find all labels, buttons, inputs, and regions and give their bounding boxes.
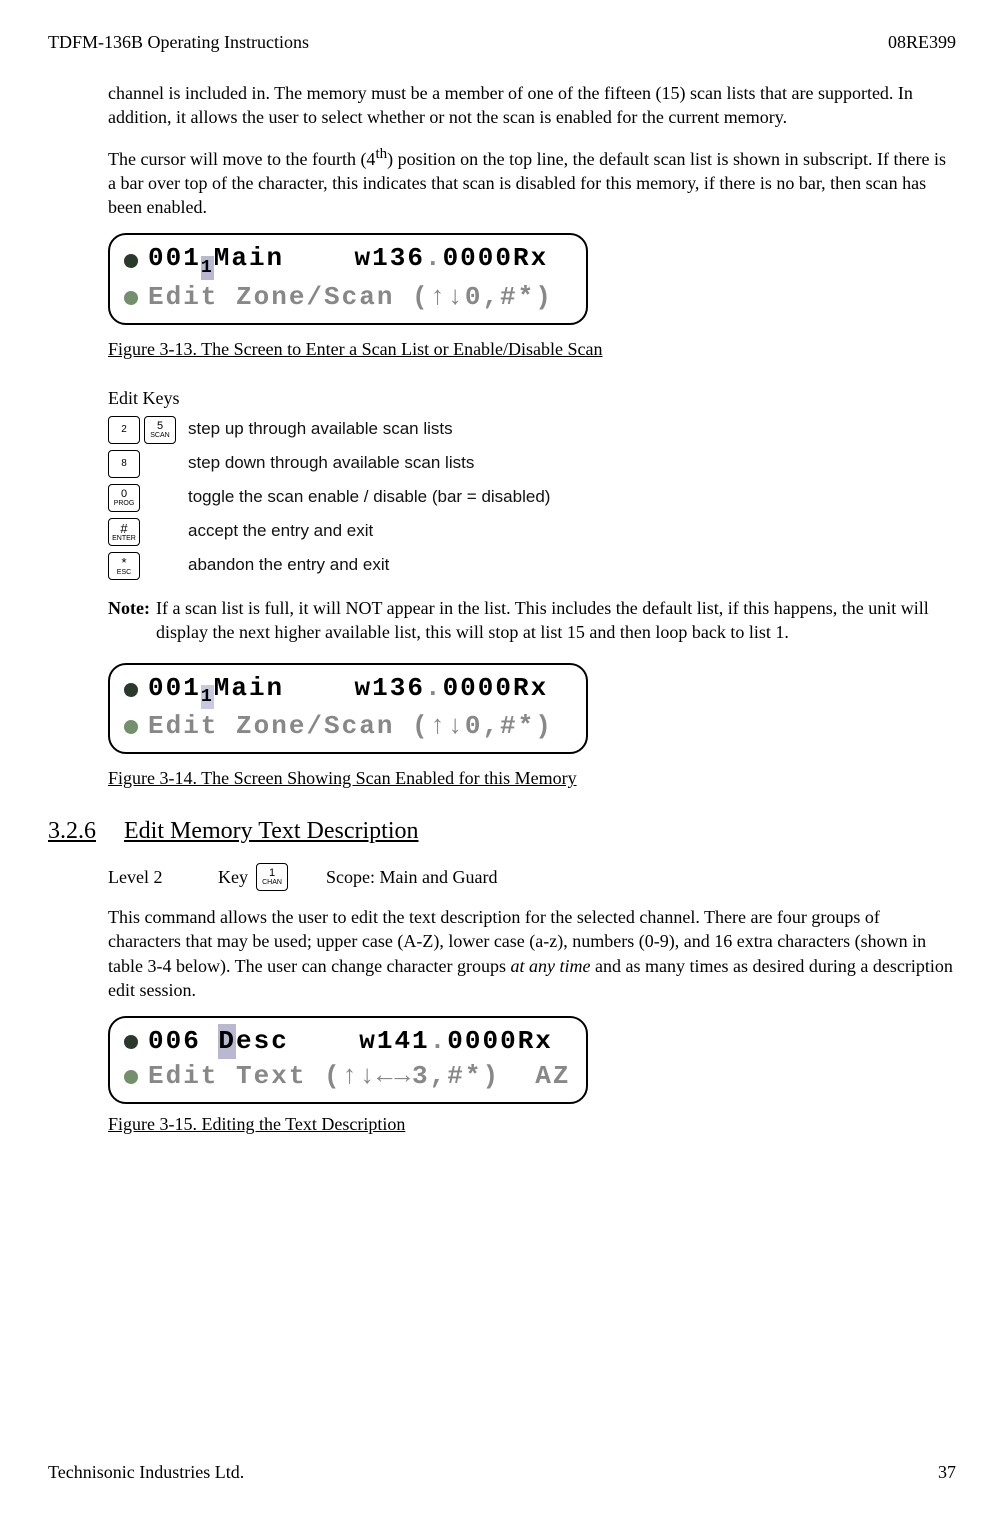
section-number: 3.2.6 [48,815,124,847]
key-cell: 8 [108,450,188,478]
key-num: 8 [121,459,127,469]
page-header: TDFM-136B Operating Instructions 08RE399 [48,32,956,53]
key-5-scan-icon: 5 SCAN [144,416,176,444]
key-desc: abandon the entry and exit [188,554,389,577]
indicator-dot-dark [124,1035,138,1049]
key-sub: SCAN [150,432,169,439]
key-sub: CHAN [262,879,282,886]
figure-3-15-caption: Figure 3-15. Editing the Text Descriptio… [108,1112,956,1136]
lcd2-row2: Edit Zone/Scan (↑↓0,#*) [124,709,572,744]
lcd-text: 0011Main w136.0000Rx [148,241,548,280]
key-down-8-icon: 8 [108,450,140,478]
lcd-seg: 001 [148,673,201,703]
key-hash-enter-icon: # ENTER [108,518,140,546]
key-1-chan-icon: 1 CHAN [256,863,288,891]
para3-italic: at any time [511,956,591,976]
key-cell: 2 5 SCAN [108,416,188,444]
lcd-cursor-char: D [218,1024,236,1059]
key-sym: # [120,522,127,535]
key-sym: * [121,556,126,569]
key-num: 0 [121,489,127,500]
paragraph-1: channel is included in. The memory must … [108,81,956,130]
key-num: 5 [157,421,163,432]
lcd-cursor-char: 1 [201,256,214,281]
indicator-dot-dark [124,254,138,268]
key-num: 1 [269,868,275,879]
key-row-toggle: 0 PROG toggle the scan enable / disable … [108,482,956,514]
main-content: channel is included in. The memory must … [108,81,956,1137]
page-footer: Technisonic Industries Ltd. 37 [48,1462,956,1483]
section-title: Edit Memory Text Description [124,815,419,847]
indicator-dot-dark [124,683,138,697]
lcd-text-dim: Edit Zone/Scan (↑↓0,#*) [148,709,553,744]
lcd2-row1: 0011Main w136.0000Rx [124,671,572,710]
lcd3-row1: 006 Desc w141.0000Rx [124,1024,572,1059]
lcd-seg: Main w136 [214,243,425,273]
level-label: Level 2 [108,865,218,889]
key-row-esc: * ESC abandon the entry and exit [108,550,956,582]
key-desc: toggle the scan enable / disable (bar = … [188,486,550,509]
lcd1-row1: 0011Main w136.0000Rx [124,241,572,280]
scope-label: Scope: Main and Guard [326,865,497,889]
key-label: Key [218,865,248,889]
para2-sup: th [375,146,387,162]
edit-keys-label: Edit Keys [108,386,956,410]
key-row-down: 8 step down through available scan lists [108,448,956,480]
indicator-dot-light [124,291,138,305]
key-sub: ESC [117,569,131,576]
key-desc: step up through available scan lists [188,418,453,441]
lcd1-row2: Edit Zone/Scan (↑↓0,#*) [124,280,572,315]
indicator-dot-light [124,1070,138,1084]
key-cell: * ESC [108,552,188,580]
header-left: TDFM-136B Operating Instructions [48,32,309,53]
lcd3-row2: Edit Text (↑↓←→3,#*) AZ [124,1059,572,1094]
lcd-display-2: 0011Main w136.0000Rx Edit Zone/Scan (↑↓0… [108,663,588,755]
lcd-display-1: 0011Main w136.0000Rx Edit Zone/Scan (↑↓0… [108,233,588,325]
indicator-dot-light [124,720,138,734]
lcd-seg: 0000Rx [447,1026,553,1056]
key-up-2-icon: 2 [108,416,140,444]
lcd-text-dim: Edit Zone/Scan (↑↓0,#*) [148,280,553,315]
key-cell: 0 PROG [108,484,188,512]
figure-3-14-caption: Figure 3-14. The Screen Showing Scan Ena… [108,766,956,790]
note-label: Note: [108,596,150,645]
lcd-text-dim: Edit Text (↑↓←→3,#*) AZ [148,1059,570,1094]
lcd-seg: 0000Rx [443,673,549,703]
lcd-cursor-char: 1 [201,685,214,710]
para2-a: The cursor will move to the fourth (4 [108,149,375,169]
note-text: If a scan list is full, it will NOT appe… [156,596,956,645]
footer-right: 37 [938,1462,956,1483]
key-row-enter: # ENTER accept the entry and exit [108,516,956,548]
key-row-up: 2 5 SCAN step up through available scan … [108,414,956,446]
key-desc: accept the entry and exit [188,520,373,543]
figure-3-13-caption: Figure 3-13. The Screen to Enter a Scan … [108,337,956,361]
paragraph-3: This command allows the user to edit the… [108,905,956,1002]
lcd-seg: Main w136 [214,673,425,703]
key-sub: PROG [114,500,135,507]
lcd-seg: 0000Rx [443,243,549,273]
level-line: Level 2 Key 1 CHAN Scope: Main and Guard [108,863,956,891]
lcd-dot: . [425,243,443,273]
header-right: 08RE399 [888,32,956,53]
key-num: 2 [121,425,127,435]
lcd-text: 0011Main w136.0000Rx [148,671,548,710]
key-sub: ENTER [112,535,136,542]
footer-left: Technisonic Industries Ltd. [48,1462,244,1483]
lcd-seg: 006 [148,1026,218,1056]
note-block: Note: If a scan list is full, it will NO… [108,596,956,645]
lcd-dot: . [430,1026,448,1056]
keys-table: 2 5 SCAN step up through available scan … [108,414,956,582]
lcd-dot: . [425,673,443,703]
lcd-text: 006 Desc w141.0000Rx [148,1024,553,1059]
lcd-seg: esc w141 [236,1026,430,1056]
key-cell: # ENTER [108,518,188,546]
level-key-wrap: 1 CHAN [256,863,288,891]
lcd-display-3: 006 Desc w141.0000Rx Edit Text (↑↓←→3,#*… [108,1016,588,1104]
lcd-seg: 001 [148,243,201,273]
key-star-esc-icon: * ESC [108,552,140,580]
key-desc: step down through available scan lists [188,452,474,475]
section-heading-326: 3.2.6 Edit Memory Text Description [48,815,956,847]
paragraph-2: The cursor will move to the fourth (4th)… [108,144,956,220]
key-0-prog-icon: 0 PROG [108,484,140,512]
